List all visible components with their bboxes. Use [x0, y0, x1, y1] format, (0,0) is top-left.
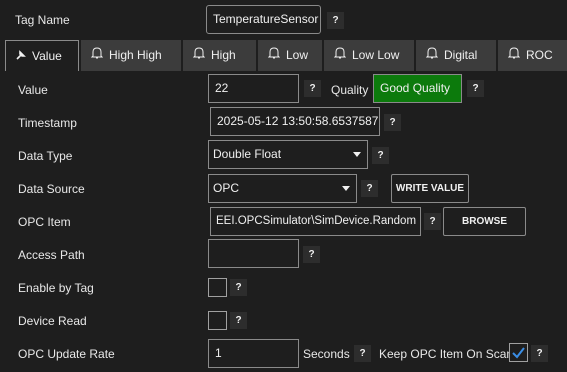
opc-item-help-button[interactable]: ?	[424, 213, 441, 230]
tab-digital[interactable]: Digital	[416, 40, 496, 71]
quality-status: Good Quality	[373, 74, 462, 103]
data-type-select[interactable]: Double Float	[208, 140, 368, 169]
opc-update-rate-label: OPC Update Rate	[18, 347, 115, 361]
tag-name-help-button[interactable]: ?	[327, 12, 344, 29]
enable-by-tag-label: Enable by Tag	[18, 281, 94, 295]
keep-opc-item-help-button[interactable]: ?	[531, 345, 548, 362]
enable-by-tag-checkbox[interactable]	[208, 278, 227, 297]
data-source-value: OPC	[213, 181, 240, 195]
quality-help-button[interactable]: ?	[467, 80, 484, 97]
opc-update-rate-input[interactable]: 1	[208, 339, 299, 368]
value-input[interactable]: 22	[208, 74, 299, 103]
timestamp-help-button[interactable]: ?	[384, 114, 401, 131]
access-path-input[interactable]	[208, 239, 299, 268]
tag-name-label: Tag Name	[15, 13, 70, 27]
tab-high-high[interactable]: High High	[81, 40, 181, 71]
tab-label: Digital	[444, 48, 478, 62]
data-source-label: Data Source	[18, 182, 85, 196]
tab-label: High High	[109, 48, 162, 62]
bell-icon	[90, 40, 104, 71]
chevron-down-icon	[342, 186, 350, 191]
tab-low[interactable]: Low	[258, 40, 322, 71]
tab-label: Low	[286, 48, 309, 62]
value-help-button[interactable]: ?	[304, 80, 321, 97]
tab-value[interactable]: Value	[5, 40, 79, 71]
seconds-label: Seconds	[303, 347, 350, 361]
data-source-select[interactable]: OPC	[208, 174, 357, 203]
timestamp-label: Timestamp	[18, 116, 77, 130]
tab-label: ROC	[526, 48, 553, 62]
device-read-help-button[interactable]: ?	[230, 312, 247, 329]
bell-icon	[333, 40, 347, 71]
timestamp-input[interactable]: 2025-05-12 13:50:58.6537587	[210, 107, 380, 136]
opc-item-input[interactable]: EEI.OPCSimulator\SimDevice.Random	[210, 207, 421, 236]
data-type-value: Double Float	[213, 147, 282, 161]
pin-icon	[16, 41, 26, 72]
tab-label: Value	[32, 49, 62, 63]
quality-label: Quality	[331, 83, 369, 97]
tab-roc[interactable]: ROC	[498, 40, 567, 71]
opc-item-label: OPC Item	[18, 215, 71, 229]
tag-name-input[interactable]: TemperatureSensor	[206, 5, 321, 34]
device-read-label: Device Read	[18, 314, 87, 328]
bell-icon	[507, 40, 521, 71]
write-value-button[interactable]: WRITE VALUE	[391, 174, 469, 203]
browse-button[interactable]: BROWSE	[443, 207, 526, 236]
chevron-down-icon	[353, 152, 361, 157]
device-read-checkbox[interactable]	[208, 311, 227, 330]
data-type-label: Data Type	[18, 149, 73, 163]
tab-label: Low Low	[352, 48, 400, 62]
enable-by-tag-help-button[interactable]: ?	[230, 279, 247, 296]
value-label: Value	[18, 83, 48, 97]
data-type-help-button[interactable]: ?	[372, 147, 389, 164]
access-path-label: Access Path	[18, 248, 85, 262]
bell-icon	[267, 40, 281, 71]
opc-update-rate-help-button[interactable]: ?	[354, 345, 371, 362]
keep-opc-item-label: Keep OPC Item On Scan	[379, 347, 514, 361]
keep-opc-item-checkbox[interactable]	[509, 343, 528, 362]
alarm-tabs: Value High High High Low Low Low Digital…	[0, 40, 567, 71]
bell-icon	[425, 40, 439, 71]
access-path-help-button[interactable]: ?	[303, 246, 320, 263]
tab-low-low[interactable]: Low Low	[324, 40, 414, 71]
bell-icon	[192, 40, 206, 71]
tab-label: High	[211, 48, 236, 62]
data-source-help-button[interactable]: ?	[361, 180, 378, 197]
tab-high[interactable]: High	[183, 40, 256, 71]
checkmark-icon	[512, 347, 525, 359]
